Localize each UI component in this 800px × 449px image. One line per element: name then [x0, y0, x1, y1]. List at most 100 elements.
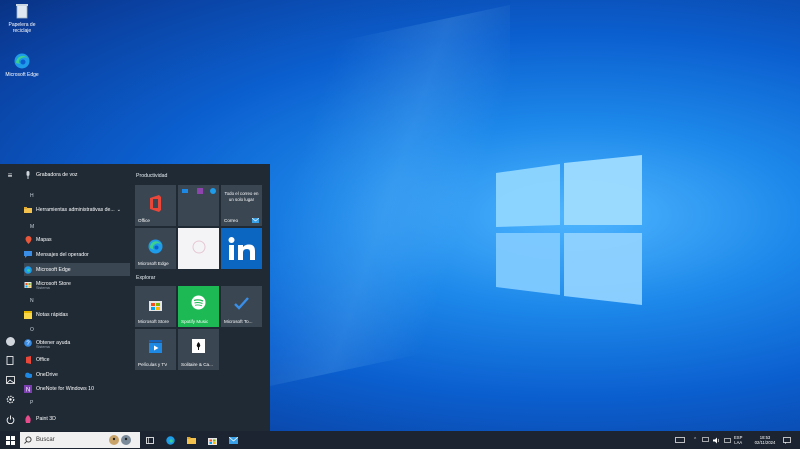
- list-item[interactable]: Mapas: [24, 233, 130, 246]
- tile-label: Microsoft To...: [224, 319, 253, 324]
- list-item[interactable]: Microsoft Store Sistema: [24, 277, 130, 290]
- tile-label: Solitaire & Ca...: [181, 362, 213, 367]
- tile-label: Microsoft Edge: [138, 261, 169, 266]
- store-icon: [149, 301, 162, 311]
- pictures-icon[interactable]: [5, 375, 15, 385]
- taskbar-search-box[interactable]: Buscar: [20, 432, 140, 448]
- volume-icon[interactable]: [713, 437, 720, 444]
- desktop-icon-edge[interactable]: Microsoft Edge: [0, 52, 44, 78]
- list-item[interactable]: Paint 3D: [24, 412, 130, 425]
- taskbar-mail-button[interactable]: [226, 431, 240, 449]
- onedrive-icon: [24, 371, 32, 379]
- tile-solitaire[interactable]: Solitaire & Ca...: [178, 329, 219, 370]
- app-label: Mensajes del operador: [36, 251, 89, 258]
- paint3d-icon: [24, 414, 32, 423]
- task-view-button[interactable]: [143, 431, 157, 449]
- notification-center-button[interactable]: [780, 431, 794, 449]
- letter-header[interactable]: N: [30, 298, 34, 304]
- language-layout: LAA: [734, 440, 743, 445]
- tile-label: Películas y TV: [138, 362, 168, 367]
- list-item[interactable]: N OneNote for Windows 10: [24, 382, 130, 395]
- app-label: OneDrive: [36, 371, 58, 378]
- list-item[interactable]: Office: [24, 353, 130, 366]
- mail-icon: [228, 436, 238, 444]
- app-list: Grabadora de voz H Herramientas administ…: [20, 164, 130, 431]
- letter-header[interactable]: P: [30, 400, 33, 406]
- search-placeholder: Buscar: [36, 437, 55, 443]
- tile-label: Office: [138, 218, 150, 223]
- tile-movies[interactable]: Películas y TV: [135, 329, 176, 370]
- user-avatar-icon[interactable]: [5, 336, 15, 346]
- onedrive-tray-icon[interactable]: [724, 437, 732, 444]
- file-explorer-icon: [186, 436, 196, 444]
- app-label: Mapas: [36, 236, 52, 243]
- list-item[interactable]: Microsoft Edge: [24, 263, 130, 276]
- tile-spotify[interactable]: Spotify Music: [178, 286, 219, 327]
- taskbar-store-button[interactable]: [205, 431, 219, 449]
- mini-app-icons: [182, 188, 216, 194]
- tile-linkedin[interactable]: [221, 228, 262, 269]
- chevron-up-icon[interactable]: ⌃: [693, 437, 697, 443]
- tile-edge[interactable]: Microsoft Edge: [135, 228, 176, 269]
- letter-header[interactable]: H: [30, 193, 34, 199]
- app-label: Paint 3D: [36, 415, 56, 422]
- group-header-productividad: Productividad: [136, 173, 168, 179]
- system-tray: ⌃: [693, 431, 735, 449]
- desktop-icon-recycle-bin[interactable]: Papelera de reciclaje: [0, 2, 44, 34]
- list-item[interactable]: OneDrive: [24, 368, 130, 381]
- hamburger-icon[interactable]: ≡: [5, 170, 15, 180]
- network-icon[interactable]: [702, 437, 710, 443]
- get-help-icon: ?: [24, 338, 32, 347]
- clock[interactable]: 18:53 02/11/2024: [752, 431, 778, 449]
- letter-header[interactable]: M: [30, 224, 34, 230]
- clock-date: 02/11/2024: [754, 440, 776, 445]
- app-label: Grabadora de voz: [36, 171, 78, 178]
- list-item[interactable]: ? Obtener ayuda Sistema: [24, 336, 130, 349]
- operator-messages-icon: [24, 251, 32, 259]
- power-icon[interactable]: [5, 414, 15, 424]
- edge-icon: [165, 435, 175, 445]
- app-label: OneNote for Windows 10: [36, 385, 94, 392]
- letter-header[interactable]: O: [30, 327, 34, 333]
- taskbar-edge-button[interactable]: [163, 431, 177, 449]
- sticky-notes-icon: [24, 310, 32, 319]
- linkedin-icon: [228, 237, 255, 260]
- list-item[interactable]: Herramientas administrativas de... ⌄: [24, 203, 130, 216]
- tile-label: Correo: [224, 218, 239, 223]
- tile-store[interactable]: Microsoft Store: [135, 286, 176, 327]
- documents-icon[interactable]: [5, 355, 15, 365]
- start-menu: ≡ Grabadora de voz H Herramientas admini…: [0, 164, 270, 431]
- start-rail: ≡: [0, 164, 20, 431]
- windows-logo: [496, 155, 642, 305]
- task-view-icon: [146, 436, 154, 444]
- desktop-icon-label: Microsoft Edge: [5, 72, 39, 78]
- solitaire-icon: [192, 339, 205, 353]
- group-header-explorar: Explorar: [136, 275, 156, 281]
- edge-icon: [24, 265, 32, 274]
- taskbar-explorer-button[interactable]: [184, 431, 198, 449]
- chevron-down-icon: ⌄: [116, 206, 122, 213]
- search-doodle-icon: [109, 435, 131, 445]
- photo-preview-icon: [192, 240, 206, 254]
- tile-mail[interactable]: Todo el correo en un solo lugar Correo: [221, 185, 262, 226]
- desktop-icon-label: Papelera de reciclaje: [8, 22, 36, 34]
- store-icon: [24, 280, 32, 288]
- tile-apps-folder[interactable]: [178, 185, 219, 226]
- app-sublabel: Sistema: [36, 286, 50, 290]
- office-icon: [24, 355, 32, 364]
- list-item[interactable]: Notas rápidas: [24, 308, 130, 321]
- list-item[interactable]: Mensajes del operador: [24, 248, 130, 261]
- mail-tile-text: Todo el correo en un solo lugar: [224, 191, 259, 202]
- list-item[interactable]: Grabadora de voz: [24, 168, 130, 181]
- start-button[interactable]: [2, 431, 18, 449]
- keyboard-tray-button[interactable]: [674, 431, 686, 449]
- tile-photos[interactable]: [178, 228, 219, 269]
- mail-icon: [252, 218, 259, 223]
- movies-icon: [149, 340, 162, 353]
- spotify-icon: [191, 295, 206, 310]
- office-icon: [150, 195, 161, 212]
- tile-office[interactable]: Office: [135, 185, 176, 226]
- language-indicator[interactable]: ESP LAA: [734, 431, 742, 449]
- tile-todo[interactable]: Microsoft To...: [221, 286, 262, 327]
- settings-gear-icon[interactable]: [5, 394, 15, 404]
